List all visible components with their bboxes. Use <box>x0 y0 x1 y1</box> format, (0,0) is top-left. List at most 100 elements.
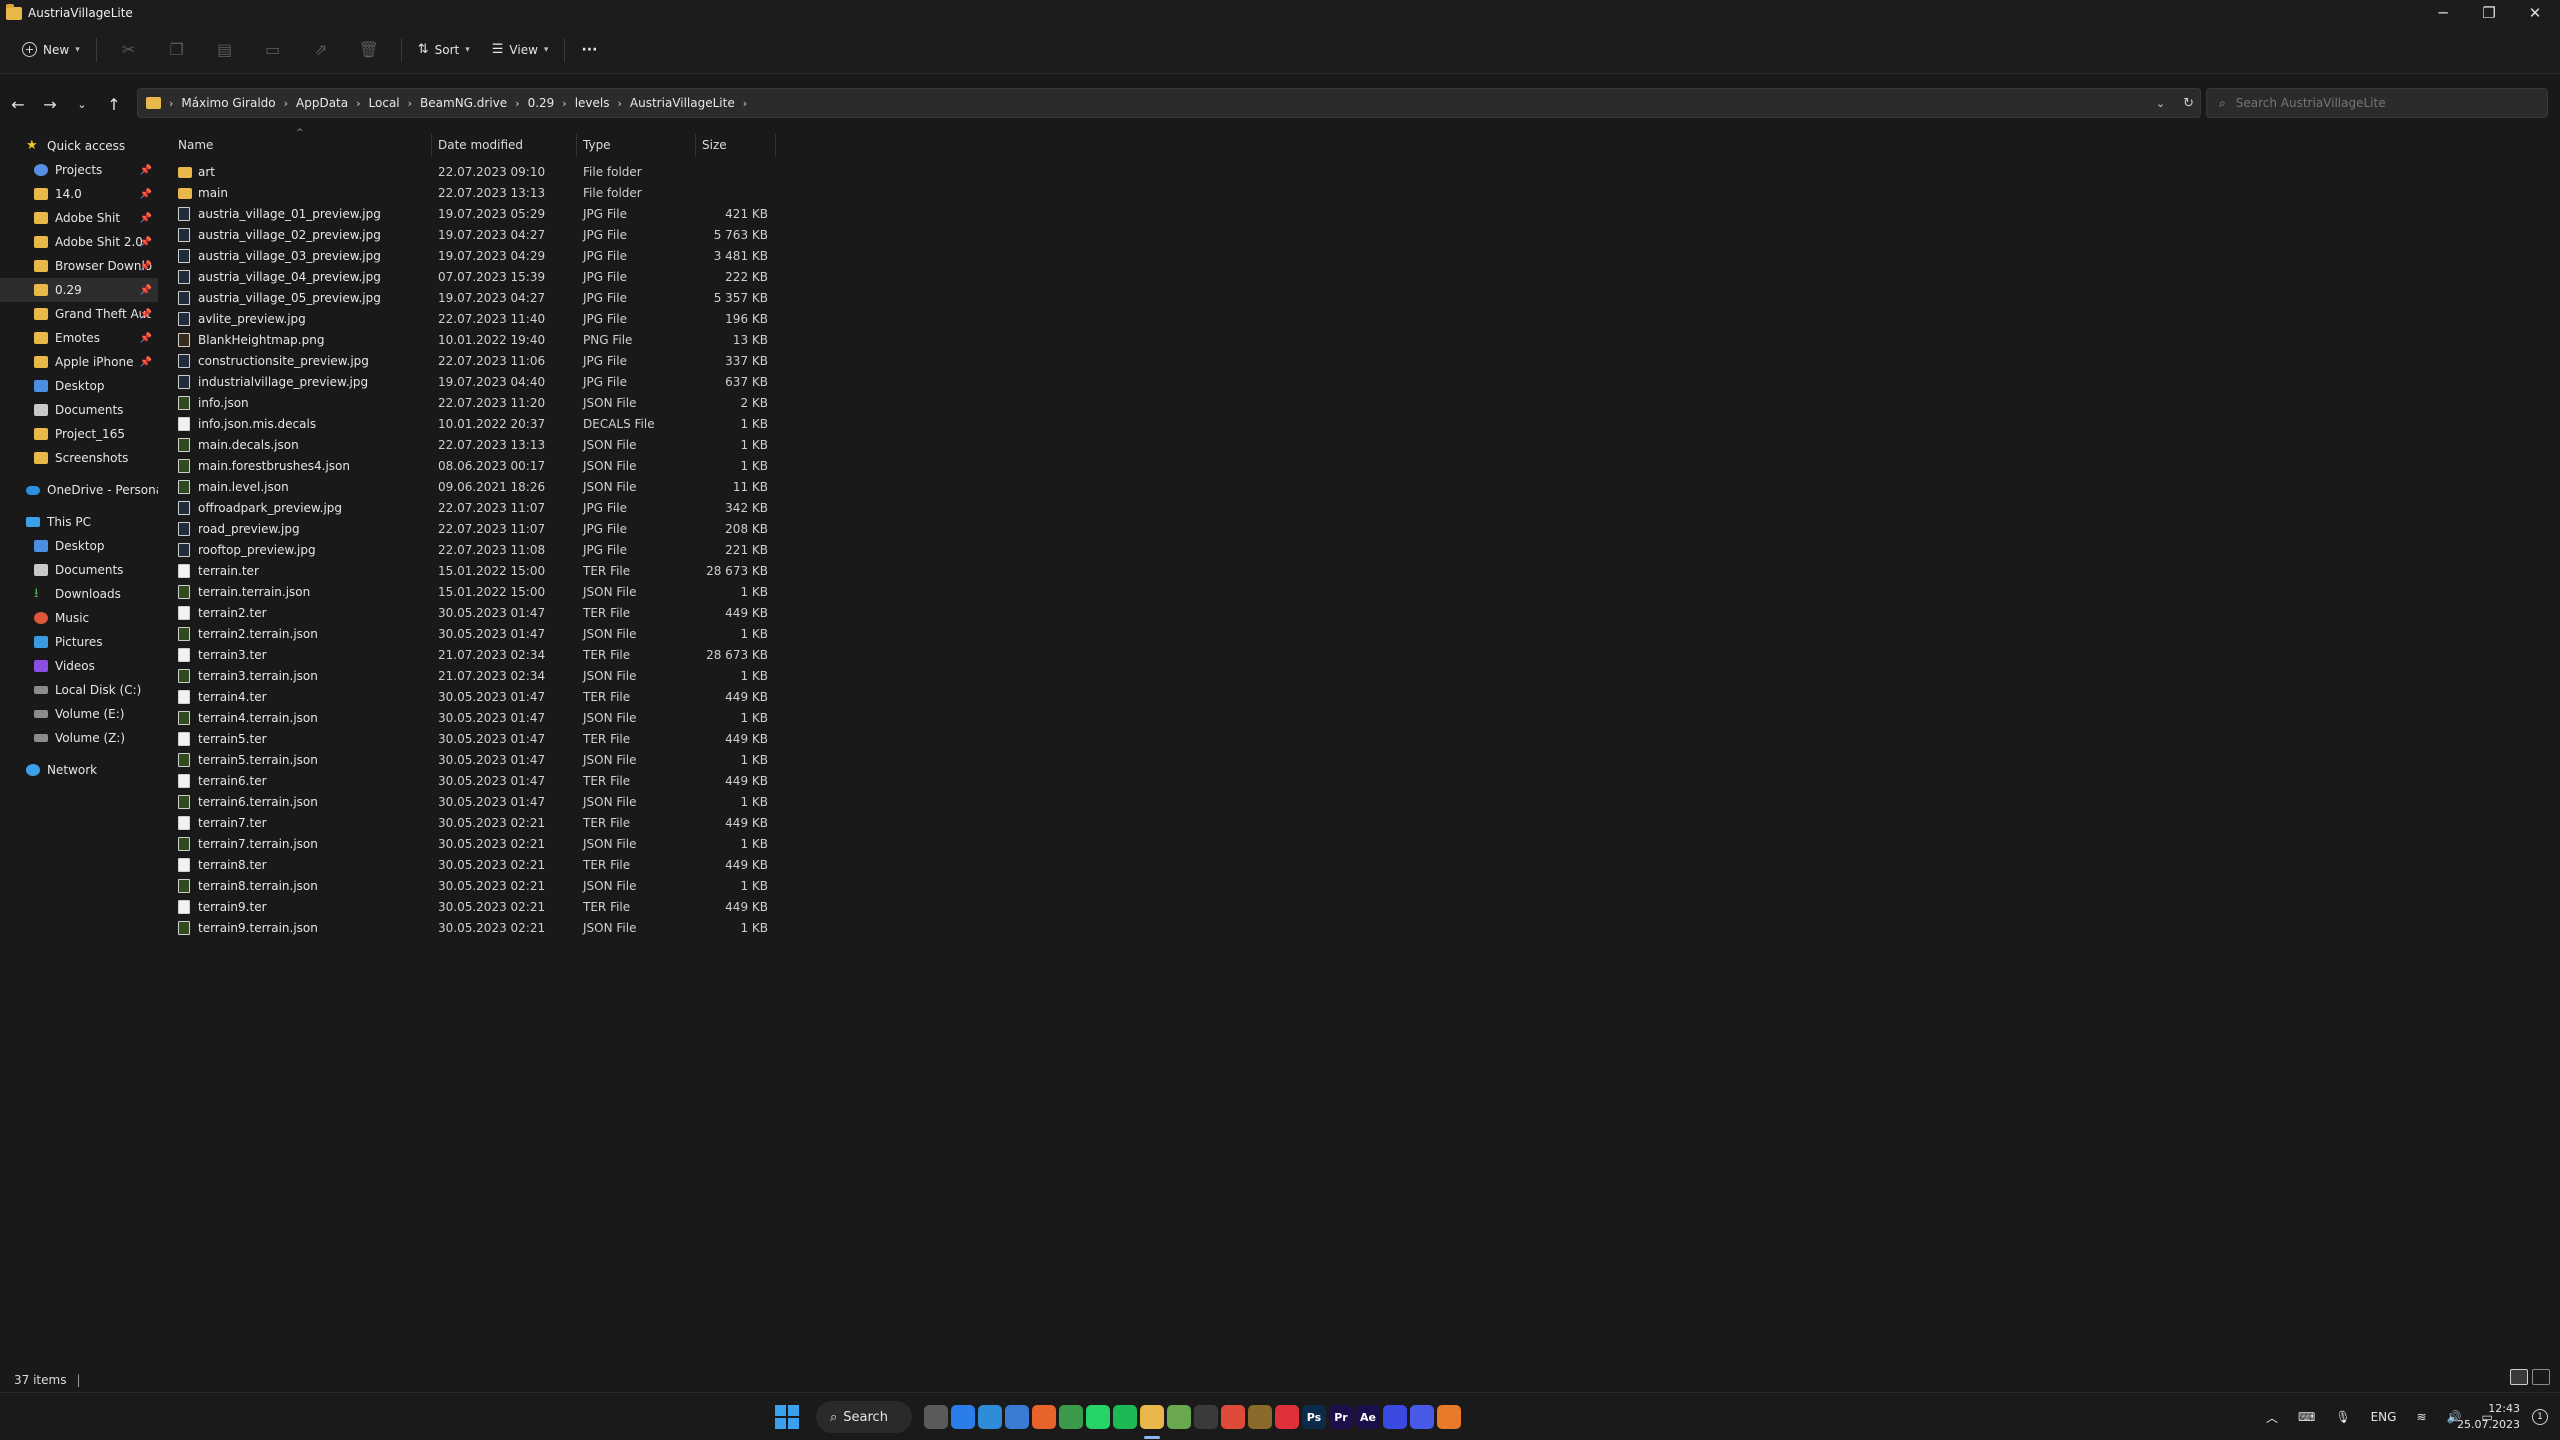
sidebar-item-pictures[interactable]: Pictures <box>0 630 158 654</box>
search-box[interactable]: ⌕ <box>2206 88 2548 118</box>
file-row[interactable]: constructionsite_preview.jpg 22.07.2023 1… <box>172 351 778 372</box>
back-button[interactable]: ← <box>4 90 32 118</box>
copy-icon[interactable]: ❐ <box>163 34 191 66</box>
details-view-button[interactable] <box>2510 1369 2528 1385</box>
recent-locations-button[interactable]: ⌄ <box>68 90 96 118</box>
taskbar-app-editor[interactable] <box>1167 1405 1191 1429</box>
taskbar-app-app-d[interactable] <box>1383 1405 1407 1429</box>
taskbar-app-photoshop[interactable]: Ps <box>1302 1405 1326 1429</box>
taskbar-app-notepad[interactable] <box>978 1405 1002 1429</box>
breadcrumb-item[interactable]: levels <box>575 96 610 110</box>
large-icons-view-button[interactable] <box>2532 1369 2550 1385</box>
address-bar[interactable]: › Máximo Giraldo › AppData › Local › Bea… <box>137 88 2201 118</box>
file-row[interactable]: avlite_preview.jpg 22.07.2023 11:40 JPG Fi… <box>172 309 778 330</box>
sidebar-item-downloads[interactable]: ⭳ Downloads <box>0 582 158 606</box>
sidebar-item-documents[interactable]: Documents <box>0 398 158 422</box>
sidebar-item-grand-theft-auto[interactable]: Grand Theft Aut 📌 <box>0 302 158 326</box>
file-row[interactable]: terrain5.ter 30.05.2023 01:47 TER File 449 … <box>172 729 778 750</box>
chevron-up-icon[interactable]: ︿ <box>2266 1409 2278 1426</box>
file-row[interactable]: info.json 22.07.2023 11:20 JSON File 2 KB <box>172 393 778 414</box>
file-row[interactable]: offroadpark_preview.jpg 22.07.2023 11:07 J… <box>172 498 778 519</box>
up-button[interactable]: ↑ <box>100 90 128 118</box>
rename-icon[interactable]: ▭ <box>259 34 287 66</box>
taskbar-app-chrome[interactable] <box>1059 1405 1083 1429</box>
breadcrumb-item[interactable]: AppData <box>296 96 348 110</box>
file-row[interactable]: austria_village_03_preview.jpg 19.07.2023… <box>172 246 778 267</box>
taskbar-app-premiere[interactable]: Pr <box>1329 1405 1353 1429</box>
file-row[interactable]: main.decals.json 22.07.2023 13:13 JSON Fil… <box>172 435 778 456</box>
sidebar-item-14-0[interactable]: 14.0 📌 <box>0 182 158 206</box>
taskbar-app-firefox[interactable] <box>1032 1405 1056 1429</box>
new-button[interactable]: + New ▾ <box>14 34 88 66</box>
file-row[interactable]: terrain3.terrain.json 21.07.2023 02:34 JSO… <box>172 666 778 687</box>
sidebar-item-pc-desktop[interactable]: Desktop <box>0 534 158 558</box>
file-row[interactable]: terrain6.terrain.json 30.05.2023 01:47 JSO… <box>172 792 778 813</box>
breadcrumb-item[interactable]: AustriaVillageLite <box>630 96 735 110</box>
sidebar-item-adobe-shit[interactable]: Adobe Shit 📌 <box>0 206 158 230</box>
close-button[interactable]: ✕ <box>2512 0 2558 26</box>
language-indicator[interactable]: ENG <box>2371 1410 2397 1424</box>
sidebar-item-project-165[interactable]: Project_165 <box>0 422 158 446</box>
sidebar-item-volume-z[interactable]: Volume (Z:) <box>0 726 158 750</box>
microphone-icon[interactable]: 🎙 <box>2335 1410 2350 1424</box>
breadcrumb-item[interactable]: BeamNG.drive <box>420 96 507 110</box>
file-row[interactable]: info.json.mis.decals 10.01.2022 20:37 DECA… <box>172 414 778 435</box>
file-row[interactable]: BlankHeightmap.png 10.01.2022 19:40 PNG Fi… <box>172 330 778 351</box>
clock[interactable]: 12:43 25.07.2023 <box>2457 1401 2520 1433</box>
sidebar-item-videos[interactable]: Videos <box>0 654 158 678</box>
breadcrumb-item[interactable]: Local <box>369 96 400 110</box>
refresh-icon[interactable]: ↻ <box>2183 96 2194 111</box>
column-header-type[interactable]: Type <box>577 134 696 156</box>
notification-badge[interactable]: 1 <box>2532 1409 2548 1425</box>
sidebar-item-0-29[interactable]: 0.29 📌 <box>0 278 158 302</box>
share-icon[interactable]: ⇗ <box>307 34 335 66</box>
restore-button[interactable]: ❐ <box>2466 0 2512 26</box>
file-row[interactable]: austria_village_04_preview.jpg 07.07.2023… <box>172 267 778 288</box>
file-row[interactable]: terrain6.ter 30.05.2023 01:47 TER File 449 … <box>172 771 778 792</box>
sidebar-item-adobe-shit-2[interactable]: Adobe Shit 2.0 📌 <box>0 230 158 254</box>
file-row[interactable]: terrain2.terrain.json 30.05.2023 01:47 JSO… <box>172 624 778 645</box>
chevron-down-icon[interactable]: ⌄ <box>2156 97 2165 110</box>
file-row[interactable]: terrain7.terrain.json 30.05.2023 02:21 JSO… <box>172 834 778 855</box>
sidebar-item-music[interactable]: Music <box>0 606 158 630</box>
file-row[interactable]: road_preview.jpg 22.07.2023 11:07 JPG File… <box>172 519 778 540</box>
taskbar-app-steam[interactable] <box>1194 1405 1218 1429</box>
file-row[interactable]: terrain3.ter 21.07.2023 02:34 TER File 28 6… <box>172 645 778 666</box>
taskbar-app-whatsapp[interactable] <box>1086 1405 1110 1429</box>
file-row[interactable]: terrain9.terrain.json 30.05.2023 02:21 JSO… <box>172 918 778 939</box>
taskbar-app-after-effects[interactable]: Ae <box>1356 1405 1380 1429</box>
file-row[interactable]: main 22.07.2023 13:13 File folder <box>172 183 778 204</box>
sidebar-item-browser-downloads[interactable]: Browser Downlo 📌 <box>0 254 158 278</box>
file-row[interactable]: austria_village_05_preview.jpg 19.07.2023… <box>172 288 778 309</box>
file-row[interactable]: terrain5.terrain.json 30.05.2023 01:47 JSO… <box>172 750 778 771</box>
file-row[interactable]: terrain7.ter 30.05.2023 02:21 TER File 449 … <box>172 813 778 834</box>
file-row[interactable]: terrain2.ter 30.05.2023 01:47 TER File 449 … <box>172 603 778 624</box>
minimize-button[interactable]: ─ <box>2420 0 2466 26</box>
file-row[interactable]: main.level.json 09.06.2021 18:26 JSON File… <box>172 477 778 498</box>
taskbar-app-task-view[interactable] <box>924 1405 948 1429</box>
sidebar-item-local-disk-c[interactable]: Local Disk (C:) <box>0 678 158 702</box>
start-button[interactable] <box>775 1405 799 1429</box>
column-header-date[interactable]: Date modified <box>432 134 577 156</box>
file-row[interactable]: terrain8.ter 30.05.2023 02:21 TER File 449 … <box>172 855 778 876</box>
delete-icon[interactable]: 🗑 <box>355 34 383 66</box>
more-options-button[interactable]: ··· <box>573 34 605 66</box>
search-input[interactable] <box>2235 96 2516 110</box>
file-row[interactable]: terrain.terrain.json 15.01.2022 15:00 JSON… <box>172 582 778 603</box>
taskbar-app-app-e[interactable] <box>1410 1405 1434 1429</box>
file-row[interactable]: terrain9.ter 30.05.2023 02:21 TER File 449 … <box>172 897 778 918</box>
sidebar-item-this-pc[interactable]: This PC <box>0 510 158 534</box>
file-row[interactable]: terrain8.terrain.json 30.05.2023 02:21 JSO… <box>172 876 778 897</box>
file-row[interactable]: rooftop_preview.jpg 22.07.2023 11:08 JPG F… <box>172 540 778 561</box>
sidebar-item-emotes[interactable]: Emotes 📌 <box>0 326 158 350</box>
paste-icon[interactable]: ▤ <box>211 34 239 66</box>
cut-icon[interactable]: ✂ <box>115 34 143 66</box>
file-row[interactable]: art 22.07.2023 09:10 File folder <box>172 162 778 183</box>
forward-button[interactable]: → <box>36 90 64 118</box>
sidebar-item-pc-documents[interactable]: Documents <box>0 558 158 582</box>
taskbar-app-blender[interactable] <box>1437 1405 1461 1429</box>
sidebar-item-desktop[interactable]: Desktop <box>0 374 158 398</box>
taskbar-app-app-c[interactable] <box>1275 1405 1299 1429</box>
taskbar-app-app-b[interactable] <box>1248 1405 1272 1429</box>
breadcrumb-item[interactable]: Máximo Giraldo <box>181 96 275 110</box>
